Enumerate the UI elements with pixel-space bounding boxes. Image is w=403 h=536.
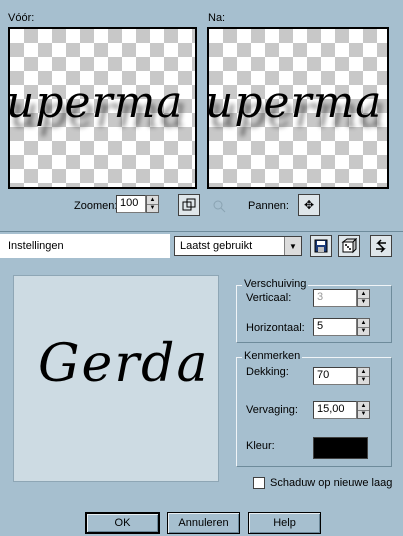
after-preview-text: uperma [207, 77, 383, 128]
opacity-input[interactable]: 70 [313, 367, 357, 385]
ok-button[interactable]: OK [85, 512, 160, 534]
spin-up-icon[interactable]: ▲ [358, 402, 369, 411]
pan-button[interactable]: ✥ [298, 194, 320, 216]
chevron-down-icon[interactable]: ▼ [284, 237, 301, 255]
help-button[interactable]: Help [248, 512, 321, 534]
floppy-icon [314, 239, 328, 253]
blur-input[interactable]: 15,00 [313, 401, 357, 419]
dice-icon [341, 238, 357, 254]
opacity-spinner[interactable]: ▲ ▼ [357, 367, 370, 385]
preset-dropdown[interactable]: Laatst gebruikt ▼ [174, 236, 302, 256]
shadow-color-swatch[interactable] [313, 437, 368, 459]
horizontal-input[interactable]: 5 [313, 318, 357, 336]
settings-bar: Instellingen [0, 234, 170, 258]
magnifier-icon [213, 200, 226, 213]
reset-button[interactable] [370, 235, 392, 257]
vertical-input[interactable]: 3 [313, 289, 357, 307]
sample-text: Gerda [38, 334, 210, 394]
zoom-input[interactable]: 100 [116, 195, 146, 213]
settings-label: Instellingen [8, 240, 64, 252]
spin-up-icon[interactable]: ▲ [358, 319, 369, 328]
before-label: Vóór: [8, 12, 35, 24]
separator [0, 231, 403, 232]
preset-value: Laatst gebruikt [180, 240, 253, 252]
blur-label: Vervaging: [246, 404, 298, 416]
offset-group-title: Verschuiving [242, 278, 309, 290]
spin-up-icon[interactable]: ▲ [358, 368, 369, 377]
sample-preview: Gerda [13, 275, 219, 482]
vertical-spinner[interactable]: ▲ ▼ [357, 289, 370, 307]
new-layer-label: Schaduw op nieuwe laag [270, 477, 393, 489]
save-preset-button[interactable] [310, 235, 332, 257]
after-label: Na: [208, 12, 226, 24]
zoom-spinner[interactable]: ▲ ▼ [146, 195, 159, 213]
spin-down-icon[interactable]: ▼ [358, 328, 369, 336]
pan-label: Pannen: [248, 200, 289, 212]
zoom-label: Zoomen: [74, 200, 118, 212]
vertical-label: Verticaal: [246, 292, 292, 304]
spin-down-icon[interactable]: ▼ [358, 377, 369, 385]
zoom-fit-button[interactable] [178, 194, 200, 216]
spin-down-icon[interactable]: ▼ [358, 299, 369, 307]
spin-down-icon[interactable]: ▼ [358, 411, 369, 419]
randomize-button[interactable] [338, 235, 360, 257]
zoom-reset-button[interactable] [210, 197, 228, 215]
horizontal-label: Horizontaal: [246, 322, 305, 334]
move-icon: ✥ [303, 198, 315, 212]
cancel-button[interactable]: Annuleren [167, 512, 240, 534]
spin-up-icon[interactable]: ▲ [358, 290, 369, 299]
after-preview[interactable]: uperma [207, 27, 389, 189]
properties-group-title: Kenmerken [242, 350, 303, 362]
opacity-label: Dekking: [246, 366, 289, 378]
before-preview[interactable]: uperma [8, 27, 197, 189]
horizontal-spinner[interactable]: ▲ ▼ [357, 318, 370, 336]
color-label: Kleur: [246, 440, 275, 452]
before-preview-text: uperma [8, 77, 184, 128]
spin-up-icon[interactable]: ▲ [147, 196, 158, 205]
reset-arrow-icon [376, 239, 386, 253]
zoom-fit-icon [182, 198, 196, 211]
blur-spinner[interactable]: ▲ ▼ [357, 401, 370, 419]
spin-down-icon[interactable]: ▼ [147, 205, 158, 213]
new-layer-checkbox[interactable] [253, 477, 265, 489]
